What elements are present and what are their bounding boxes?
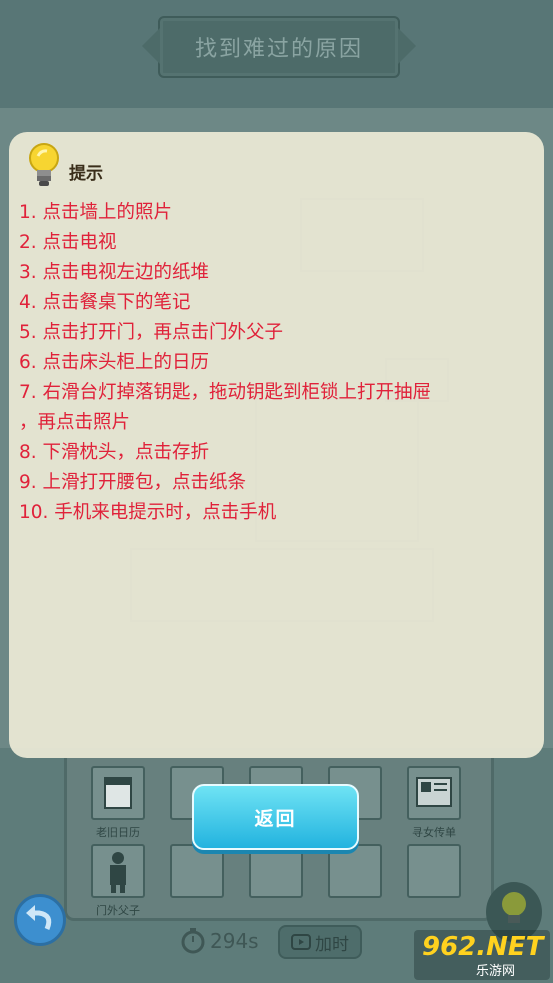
hint-step: 2. 点击电视: [19, 232, 117, 253]
undo-button[interactable]: [14, 894, 66, 946]
inventory-slot-7[interactable]: [170, 844, 224, 898]
add-time-button[interactable]: 加时: [278, 925, 362, 959]
watermark-logo: 962.NET 乐游网: [414, 930, 550, 980]
hint-step: 7. 右滑台灯掉落钥匙，拖动钥匙到柜锁上打开抽屉: [19, 382, 432, 403]
hint-steps-list: 1. 点击墙上的照片 2. 点击电视 3. 点击电视左边的纸堆 4. 点击餐桌下…: [19, 198, 534, 528]
watermark-main: 962.NET: [422, 932, 544, 962]
flyer-icon: [416, 777, 452, 807]
add-time-label: 加时: [315, 934, 349, 955]
hint-step: 3. 点击电视左边的纸堆: [19, 262, 210, 283]
banner-right-ribbon: [398, 28, 416, 64]
hint-title: 提示: [69, 163, 103, 184]
banner-left-ribbon: [142, 28, 160, 64]
inventory-label: 门外父子: [96, 904, 140, 917]
hint-step: 4. 点击餐桌下的笔记: [19, 292, 191, 313]
back-button[interactable]: 返回: [192, 784, 359, 850]
inventory-slot-flyer[interactable]: [407, 766, 461, 820]
inventory-slot-9[interactable]: [328, 844, 382, 898]
video-icon: [291, 934, 311, 950]
hint-header: 提示: [27, 142, 103, 190]
hint-step: ，再点击照片: [19, 412, 131, 433]
hint-step: 6. 点击床头柜上的日历: [19, 352, 210, 373]
inventory-label: 老旧日历: [96, 826, 140, 839]
hint-panel: 提示 1. 点击墙上的照片 2. 点击电视 3. 点击电视左边的纸堆 4. 点击…: [9, 132, 544, 758]
inventory-slot-calendar[interactable]: [91, 766, 145, 820]
hint-step: 8. 下滑枕头，点击存折: [19, 442, 210, 463]
level-title: 找到难过的原因: [194, 37, 363, 62]
stopwatch-icon: [181, 928, 205, 954]
timer-value: 294s: [210, 929, 259, 953]
undo-arrow-icon: [26, 905, 52, 930]
lightbulb-icon: [27, 142, 61, 190]
hint-step: 9. 上滑打开腰包，点击纸条: [19, 472, 247, 493]
inventory-slot-10[interactable]: [407, 844, 461, 898]
figure-icon: [110, 852, 126, 893]
watermark-sub: 乐游网: [476, 964, 516, 979]
timer: 294s: [180, 928, 259, 954]
hint-step: 5. 点击打开门，再点击门外父子: [19, 322, 284, 343]
level-title-banner: 找到难过的原因: [142, 16, 416, 78]
calendar-icon: [104, 777, 132, 809]
hint-step: 1. 点击墙上的照片: [19, 202, 173, 223]
inventory-slot-father-son[interactable]: [91, 844, 145, 898]
inventory-slot-8[interactable]: [249, 844, 303, 898]
inventory-label: 寻女传单: [412, 826, 456, 839]
hint-step: 10. 手机来电提示时，点击手机: [19, 502, 277, 523]
